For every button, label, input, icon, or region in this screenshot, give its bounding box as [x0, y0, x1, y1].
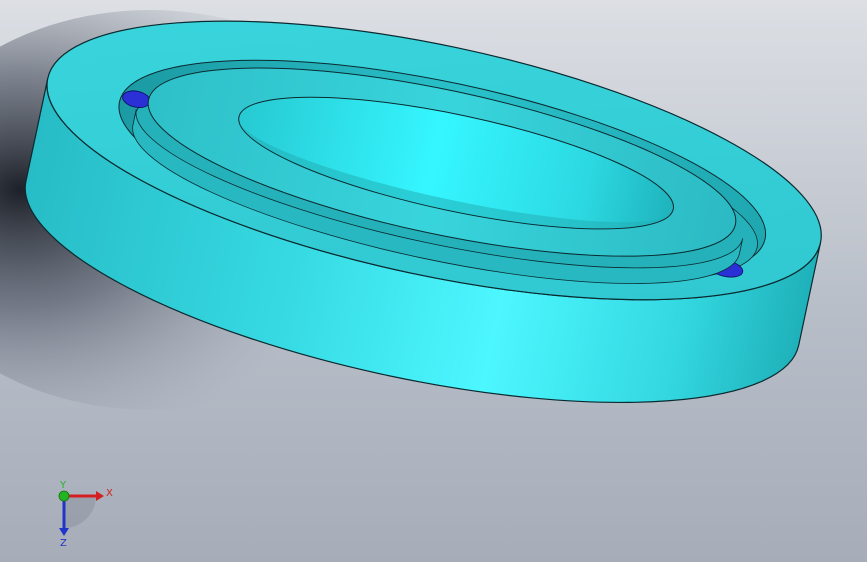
x-axis-label: X — [106, 488, 113, 499]
y-axis-label: Y — [59, 480, 67, 491]
y-axis-dot — [58, 490, 70, 502]
z-axis-arrow — [59, 528, 69, 536]
graphics-viewport[interactable]: X Y Z — [0, 0, 867, 562]
z-axis-label: Z — [60, 538, 67, 548]
triad-shadow — [64, 496, 96, 528]
x-axis-arrow — [96, 491, 104, 501]
orientation-triad[interactable]: X Y Z — [44, 478, 124, 549]
model-scene[interactable] — [0, 0, 867, 562]
